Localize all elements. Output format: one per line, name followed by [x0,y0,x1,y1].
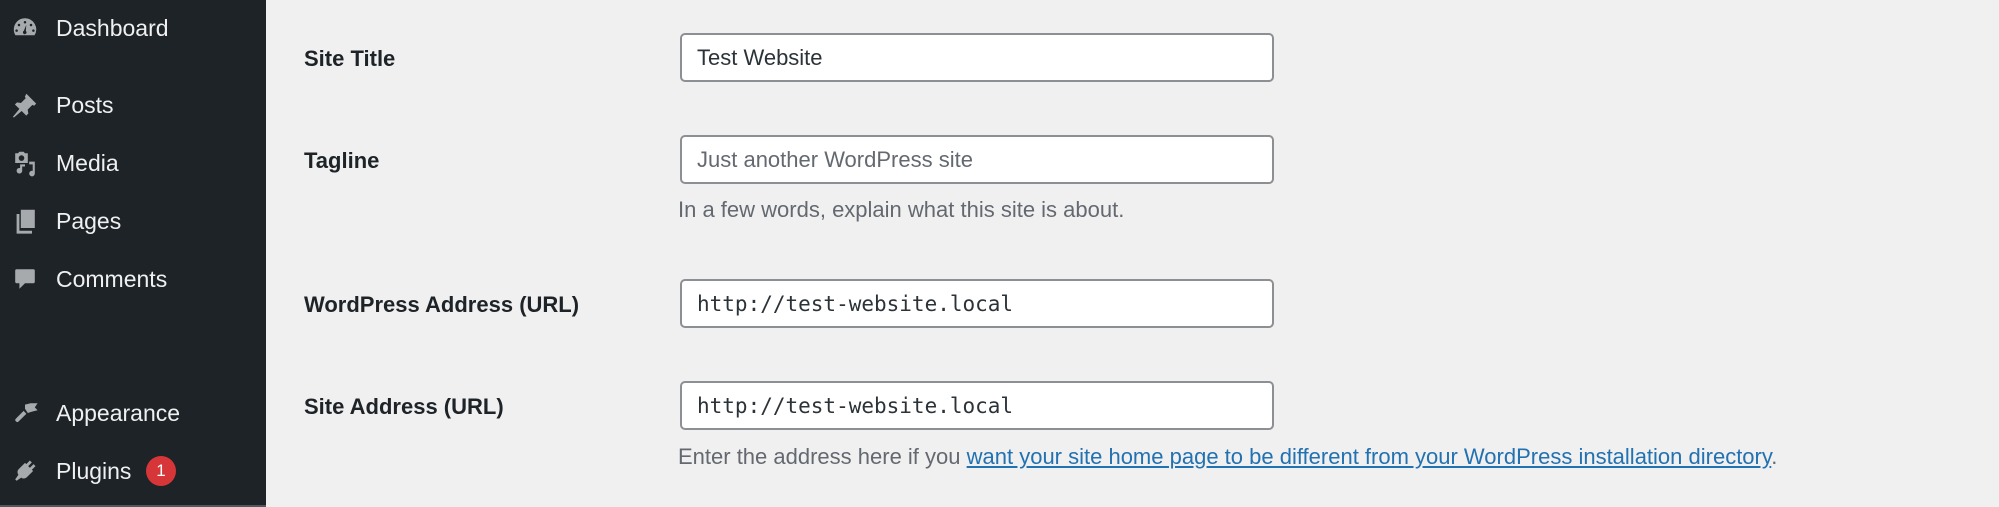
pages-icon [10,206,40,236]
admin-sidebar: Dashboard Posts Media Pages Comments App… [0,0,266,507]
description-prefix: Enter the address here if you [678,444,967,469]
site-title-input[interactable] [697,44,1257,71]
sidebar-item-posts[interactable]: Posts [0,83,266,127]
sidebar-item-label: Posts [56,92,114,118]
site-address-description: Enter the address here if you want your … [678,443,1777,471]
sidebar-item-media[interactable]: Media [0,141,266,185]
wp-admin-general-settings: Dashboard Posts Media Pages Comments App… [0,0,1999,507]
sidebar-item-label: Appearance [56,400,181,426]
dashboard-icon [10,13,40,43]
site-address-input[interactable] [697,393,1257,418]
wordpress-address-field[interactable] [680,279,1274,328]
plugin-icon [10,456,40,486]
site-title-label: Site Title [304,46,396,71]
media-icon [10,148,40,178]
sidebar-item-plugins[interactable]: Plugins 1 [0,449,266,493]
site-address-field[interactable] [680,381,1274,430]
wordpress-address-input[interactable] [697,291,1257,316]
site-title-field[interactable] [680,33,1274,82]
sidebar-item-label: Media [56,150,119,176]
tagline-input[interactable] [697,146,1257,173]
sidebar-item-label: Plugins [56,458,132,484]
tagline-field[interactable] [680,135,1274,184]
sidebar-item-label: Pages [56,208,122,234]
site-address-help-link[interactable]: want your site home page to be different… [967,444,1772,469]
sidebar-item-label: Dashboard [56,15,169,41]
site-address-label: Site Address (URL) [304,394,504,419]
paintbrush-icon [10,398,40,428]
tagline-label: Tagline [304,148,380,173]
wordpress-address-label: WordPress Address (URL) [304,292,580,317]
sidebar-item-appearance[interactable]: Appearance [0,391,266,435]
sidebar-item-label: Comments [56,266,168,292]
sidebar-item-pages[interactable]: Pages [0,199,266,243]
pushpin-icon [10,90,40,120]
sidebar-item-comments[interactable]: Comments [0,257,266,301]
comment-icon [10,264,40,294]
description-suffix: . [1771,444,1778,469]
update-count-badge: 1 [146,456,176,486]
settings-form: Site Title Tagline In a few words, expla… [266,0,1999,507]
sidebar-item-dashboard[interactable]: Dashboard [0,6,266,50]
tagline-description: In a few words, explain what this site i… [678,197,1125,222]
